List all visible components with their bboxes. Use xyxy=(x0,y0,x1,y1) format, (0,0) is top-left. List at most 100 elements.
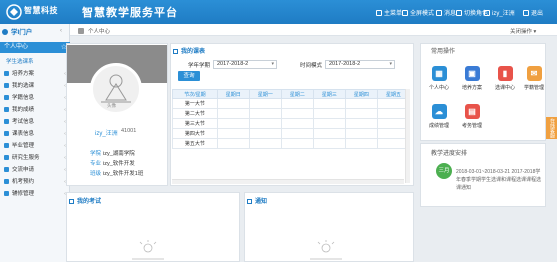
menu-item-icon xyxy=(4,190,9,196)
fullscreen-icon xyxy=(402,9,408,16)
column-header: 星期四 xyxy=(344,89,378,99)
column-header: 节次/星期 xyxy=(172,89,218,99)
sidebar-item-graduate-services[interactable]: 研究生服务‹ xyxy=(0,153,70,164)
sidebar-title: 学I门户 xyxy=(2,26,32,36)
avatar-caption: 头像 xyxy=(107,103,116,108)
sidebar-item-exams[interactable]: 考试信息‹ xyxy=(0,117,70,128)
shortcut-personal-center[interactable]: ▦ 个人中心 xyxy=(428,66,450,91)
notice-icon xyxy=(247,198,252,204)
sidebar-item-training-plan[interactable]: 培养方案‹ xyxy=(0,69,70,80)
profile-major: 专业 izy_软件开发 xyxy=(90,161,135,167)
table-row: 第四大节 xyxy=(172,128,411,139)
close-operations-button[interactable]: 关闭操作 ▾ xyxy=(510,27,536,35)
logout-icon xyxy=(523,9,529,16)
shortcut-student-status[interactable]: ✉ 学籍管理 xyxy=(523,66,545,91)
term-select[interactable]: 2017-2018-2 ▾ xyxy=(213,60,277,69)
topnav-user[interactable]: izy_汪洲 xyxy=(484,8,515,17)
mail-icon: ✉ xyxy=(526,66,542,81)
table-cell xyxy=(216,118,250,129)
topnav-fullscreen[interactable]: 全屏模式 xyxy=(402,8,434,17)
sidebar-item-grades[interactable]: 我的成绩‹ xyxy=(0,105,70,116)
shortcut-exam-affairs[interactable]: ▤ 考务管理 xyxy=(461,104,483,129)
table-row: 第三大节 xyxy=(172,118,411,129)
table-horizontal-scrollbar[interactable] xyxy=(172,179,404,184)
shortcut-training-plan[interactable]: ▣ 培养方案 xyxy=(461,66,483,91)
menu-item-icon xyxy=(4,178,9,184)
breadcrumb-tab[interactable]: 个人中心 xyxy=(78,27,110,35)
column-header: 星期一 xyxy=(248,89,282,99)
time-mode-select[interactable]: 2017-2018-2 ▾ xyxy=(325,60,395,69)
query-button[interactable]: 查询 xyxy=(178,71,200,81)
sidebar-subitem[interactable]: 学生选课系 xyxy=(6,57,34,65)
image-icon: ▣ xyxy=(464,66,480,81)
notice-title: 通知 xyxy=(247,196,267,205)
menu-item-icon xyxy=(4,94,9,100)
table-scrollbar[interactable] xyxy=(405,89,410,183)
table-cell xyxy=(248,138,282,149)
month-badge: 三月 xyxy=(436,163,452,179)
term-label: 学年学期 xyxy=(188,63,211,69)
sidebar-item-graduation[interactable]: 毕业管理‹ xyxy=(0,141,70,152)
progress-notice-text[interactable]: 2018-03-01~2018-03-21 2017-2018学年春季学期学生选… xyxy=(456,168,544,192)
column-header: 星期二 xyxy=(280,89,314,99)
topnav-main-menu[interactable]: 主菜单 xyxy=(376,8,402,17)
table-cell xyxy=(312,128,346,139)
menu-icon xyxy=(376,9,382,16)
period-cell: 第五大节 xyxy=(172,138,218,149)
my-exams-title: 我的考试 xyxy=(69,196,101,205)
topnav-messages[interactable]: 消息 xyxy=(436,8,456,17)
column-header: 星期三 xyxy=(312,89,346,99)
table-cell xyxy=(312,138,346,149)
table-cell xyxy=(280,98,314,109)
menu-item-icon xyxy=(4,166,9,172)
schedule-table: 节次/星期 星期日 星期一 星期二 星期三 星期四 星期五 第一大节 第二大节 … xyxy=(172,89,411,149)
user-icon xyxy=(484,9,490,16)
table-cell xyxy=(248,98,282,109)
table-cell xyxy=(216,128,250,139)
table-cell xyxy=(344,98,378,109)
avatar-illustration-icon xyxy=(101,74,131,103)
feedback-tab[interactable]: 在线客服 xyxy=(546,117,557,139)
shortcut-grades[interactable]: ☁ 成绩管理 xyxy=(428,104,450,129)
collapse-arrow-icon[interactable]: ‹ xyxy=(60,28,62,34)
table-cell xyxy=(280,138,314,149)
time-mode-label: 时间模式 xyxy=(300,63,323,69)
shortcut-course-center[interactable]: ▮ 选课中心 xyxy=(494,66,516,91)
logo-text: 智慧科技 xyxy=(24,6,58,15)
logo-icon xyxy=(6,4,22,20)
profile-class: 班级 izy_软件开发1班 xyxy=(90,171,144,177)
table-cell xyxy=(248,118,282,129)
table-row: 第一大节 xyxy=(172,98,411,109)
sidebar-item-machine-exam[interactable]: 机考预约‹ xyxy=(0,177,70,188)
table-cell xyxy=(248,128,282,139)
sidebar-item-minor[interactable]: 辅修管理‹ xyxy=(0,189,70,200)
table-row: 第二大节 xyxy=(172,108,411,119)
sidebar-item-course-selection[interactable]: 我的选课‹ xyxy=(0,81,70,92)
exam-icon xyxy=(69,198,74,204)
app-title: 智慧教学服务平台 xyxy=(82,7,178,19)
menu-item-icon xyxy=(4,142,9,148)
table-cell xyxy=(216,98,250,109)
menu-item-icon xyxy=(4,154,9,160)
avatar[interactable] xyxy=(90,63,142,115)
menu-item-icon xyxy=(4,70,9,76)
table-cell xyxy=(344,118,378,129)
menu-item-icon xyxy=(4,130,9,136)
clipboard-icon: ▤ xyxy=(464,104,480,119)
calendar-icon xyxy=(173,48,178,54)
sidebar-item-student-status[interactable]: 学籍信息‹ xyxy=(0,93,70,104)
teaching-progress-title: 教学进度安排 xyxy=(431,151,468,157)
period-cell: 第二大节 xyxy=(172,108,218,119)
sidebar-item-exchange[interactable]: 交流申请‹ xyxy=(0,165,70,176)
grid-icon: ▦ xyxy=(431,66,447,81)
table-cell xyxy=(312,98,346,109)
table-header-row: 节次/星期 星期日 星期一 星期二 星期三 星期四 星期五 xyxy=(172,89,411,99)
table-cell xyxy=(216,138,250,149)
sidebar-item-personal-center[interactable]: 个人中心 ☆ xyxy=(0,42,70,53)
table-cell xyxy=(248,108,282,119)
sidebar-item-timetable[interactable]: 课表信息‹ xyxy=(0,129,70,140)
topnav-logout[interactable]: 退出 xyxy=(523,8,543,17)
column-header: 星期日 xyxy=(216,89,250,99)
table-cell xyxy=(344,128,378,139)
profile-college: 学院 izy_湖南学院 xyxy=(90,151,135,157)
